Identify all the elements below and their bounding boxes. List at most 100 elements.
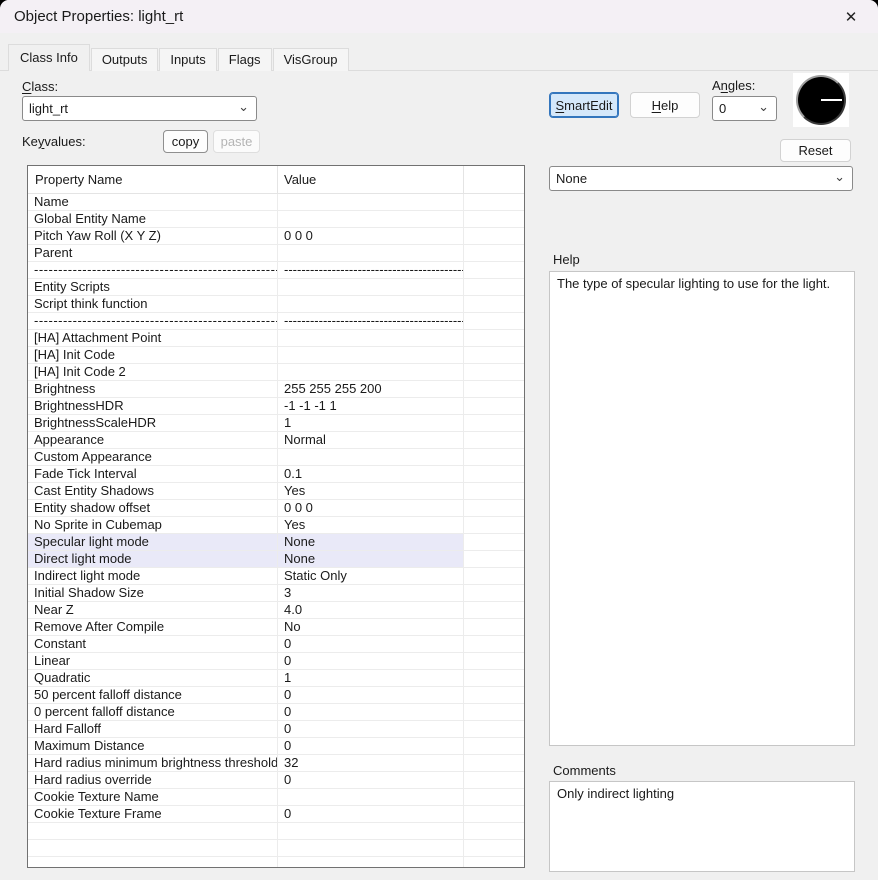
- table-row[interactable]: No Sprite in CubemapYes: [28, 517, 524, 534]
- table-row[interactable]: Hard Falloff0: [28, 721, 524, 738]
- table-row[interactable]: Specular light modeNone: [28, 534, 524, 551]
- extra-cell: [464, 670, 524, 686]
- extra-cell: [464, 245, 524, 261]
- chevron-down-icon: ⌄: [238, 99, 249, 115]
- keyvalues-table[interactable]: Property Name Value NameGlobal Entity Na…: [27, 165, 525, 868]
- table-row[interactable]: Indirect light modeStatic Only: [28, 568, 524, 585]
- title-bar[interactable]: Object Properties: light_rt ✕: [0, 0, 878, 33]
- table-row[interactable]: Brightness255 255 255 200: [28, 381, 524, 398]
- table-row[interactable]: Hard radius minimum brightness threshold…: [28, 755, 524, 772]
- table-row[interactable]: Script think function: [28, 296, 524, 313]
- property-value-cell: [278, 840, 464, 856]
- extra-cell: [464, 636, 524, 652]
- table-row[interactable]: Fade Tick Interval0.1: [28, 466, 524, 483]
- tab-visgroup[interactable]: VisGroup: [273, 48, 349, 71]
- copy-button[interactable]: copy: [163, 130, 208, 153]
- tab-inputs[interactable]: Inputs: [159, 48, 216, 71]
- property-name-cell: Initial Shadow Size: [28, 585, 278, 601]
- table-header-row: Property Name Value: [28, 166, 524, 194]
- table-row[interactable]: Linear0: [28, 653, 524, 670]
- table-row[interactable]: Name: [28, 194, 524, 211]
- table-row[interactable]: Constant0: [28, 636, 524, 653]
- property-value-cell: 0 0 0: [278, 500, 464, 516]
- property-value-cell: None: [278, 551, 464, 567]
- close-button[interactable]: ✕: [834, 3, 868, 30]
- property-name-cell: Cookie Texture Frame: [28, 806, 278, 822]
- help-text-box[interactable]: The type of specular lighting to use for…: [549, 271, 855, 746]
- extra-cell: [464, 687, 524, 703]
- help-button[interactable]: Help: [630, 92, 700, 118]
- angles-dropdown[interactable]: 0 ⌄: [712, 96, 777, 121]
- table-row[interactable]: Cookie Texture Frame0: [28, 806, 524, 823]
- tab-class-info[interactable]: Class Info: [8, 44, 90, 71]
- class-dropdown[interactable]: light_rt ⌄: [22, 96, 257, 121]
- tab-outputs[interactable]: Outputs: [91, 48, 159, 71]
- table-row[interactable]: Entity shadow offset0 0 0: [28, 500, 524, 517]
- property-value-cell: [278, 449, 464, 465]
- property-name-cell: Hard Falloff: [28, 721, 278, 737]
- reset-button[interactable]: Reset: [780, 139, 851, 162]
- property-name-cell: Direct light mode: [28, 551, 278, 567]
- property-value-cell: No: [278, 619, 464, 635]
- property-value-cell: 0: [278, 653, 464, 669]
- table-row[interactable]: Maximum Distance0: [28, 738, 524, 755]
- angles-dropdown-value: 0: [719, 101, 726, 116]
- property-value-cell: 4.0: [278, 602, 464, 618]
- property-name-cell: Cast Entity Shadows: [28, 483, 278, 499]
- table-row[interactable]: Cast Entity ShadowsYes: [28, 483, 524, 500]
- table-row[interactable]: Global Entity Name: [28, 211, 524, 228]
- table-row[interactable]: Initial Shadow Size3: [28, 585, 524, 602]
- property-value-cell: ----------------------------------------…: [278, 262, 464, 278]
- property-name-cell: Name: [28, 194, 278, 210]
- angle-picker[interactable]: [793, 73, 849, 127]
- extra-cell: [464, 568, 524, 584]
- property-value-cell: None: [278, 534, 464, 550]
- property-value-cell: 0: [278, 772, 464, 788]
- property-value-cell: [278, 279, 464, 295]
- extra-cell: [464, 772, 524, 788]
- extra-cell: [464, 721, 524, 737]
- property-name-header: Property Name: [28, 166, 278, 193]
- table-row[interactable]: Hard radius override0: [28, 772, 524, 789]
- paste-button[interactable]: paste: [213, 130, 260, 153]
- table-row[interactable]: [HA] Init Code 2: [28, 364, 524, 381]
- property-value-cell: -1 -1 -1 1: [278, 398, 464, 414]
- property-name-cell: [28, 840, 278, 856]
- chevron-down-icon: ⌄: [834, 169, 845, 185]
- angle-circle-icon: [796, 75, 846, 125]
- table-row[interactable]: [HA] Init Code: [28, 347, 524, 364]
- table-row[interactable]: Custom Appearance: [28, 449, 524, 466]
- property-value-cell: 0: [278, 687, 464, 703]
- table-row[interactable]: BrightnessHDR-1 -1 -1 1: [28, 398, 524, 415]
- property-name-cell: ----------------------------------------…: [28, 262, 278, 278]
- smartedit-button[interactable]: SmartEdit: [549, 92, 619, 118]
- table-row[interactable]: Pitch Yaw Roll (X Y Z)0 0 0: [28, 228, 524, 245]
- table-row[interactable]: Direct light modeNone: [28, 551, 524, 568]
- table-row[interactable]: 50 percent falloff distance0: [28, 687, 524, 704]
- extra-cell: [464, 551, 524, 567]
- table-row[interactable]: [28, 823, 524, 840]
- table-row[interactable]: 0 percent falloff distance0: [28, 704, 524, 721]
- extra-cell: [464, 296, 524, 312]
- table-row[interactable]: AppearanceNormal: [28, 432, 524, 449]
- extra-cell: [464, 517, 524, 533]
- property-name-cell: BrightnessHDR: [28, 398, 278, 414]
- property-name-cell: Hard radius override: [28, 772, 278, 788]
- table-row[interactable]: Remove After CompileNo: [28, 619, 524, 636]
- table-row[interactable]: [HA] Attachment Point: [28, 330, 524, 347]
- table-row[interactable]: Cookie Texture Name: [28, 789, 524, 806]
- table-row[interactable]: Entity Scripts: [28, 279, 524, 296]
- tab-flags[interactable]: Flags: [218, 48, 272, 71]
- table-row[interactable]: Parent: [28, 245, 524, 262]
- table-row[interactable]: ----------------------------------------…: [28, 262, 524, 279]
- help-section-label: Help: [553, 252, 580, 267]
- table-row[interactable]: ----------------------------------------…: [28, 313, 524, 330]
- table-row[interactable]: BrightnessScaleHDR1: [28, 415, 524, 432]
- property-name-cell: Linear: [28, 653, 278, 669]
- smartedit-value-dropdown[interactable]: None ⌄: [549, 166, 853, 191]
- table-row[interactable]: [28, 857, 524, 868]
- table-row[interactable]: Quadratic1: [28, 670, 524, 687]
- comments-input[interactable]: Only indirect lighting: [549, 781, 855, 872]
- table-row[interactable]: [28, 840, 524, 857]
- table-row[interactable]: Near Z4.0: [28, 602, 524, 619]
